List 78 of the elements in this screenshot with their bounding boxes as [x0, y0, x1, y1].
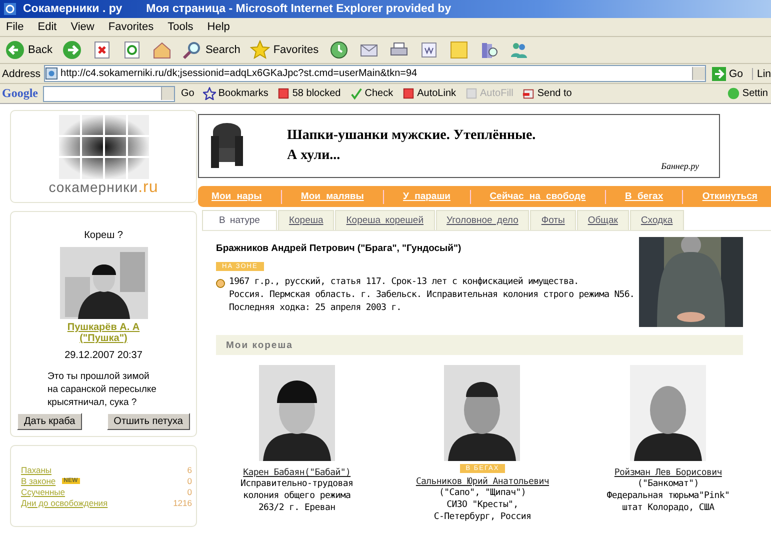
links-label[interactable]: Lin	[752, 68, 771, 80]
tab[interactable]: Уголовное дело	[436, 210, 530, 230]
friend-info-text: ("Сапо", "Щипач")	[438, 487, 526, 499]
friend-info-text: ("Банкомат")	[637, 478, 699, 490]
stat-value: 1216	[173, 498, 192, 508]
google-logo: Google	[1, 86, 39, 101]
clock-icon	[328, 40, 349, 60]
banner-text: А хули...	[287, 147, 342, 165]
friend-info-text: Исправительно-трудовая	[240, 478, 354, 490]
search-button[interactable]: Search	[179, 38, 244, 62]
section-title: Мои кореша	[226, 340, 293, 350]
browser-icon	[3, 2, 17, 16]
friend-link[interactable]: Ройзман Лев Борисович	[614, 468, 722, 478]
profile-name: Бражников Андрей Петрович ("Брага", "Гундосый")	[216, 243, 462, 254]
menu-item[interactable]: Edit	[38, 21, 57, 33]
tab[interactable]: В натуре	[202, 210, 277, 230]
action-button[interactable]: Отшить петуха	[106, 413, 190, 430]
tab[interactable]: Фоты	[530, 210, 576, 230]
friend-info-text: Федеральная тюрьма"Pink"	[606, 490, 730, 502]
friend-link[interactable]: Карен Бабаян("Бабай")	[243, 468, 351, 478]
window-title: Моя страница - Microsoft Internet Explorer provided by	[146, 3, 452, 15]
check-button[interactable]: Check	[346, 87, 396, 100]
blocked-button[interactable]: 58 blocked	[274, 87, 344, 100]
grid-logo-icon	[58, 115, 148, 179]
banner-source: Баннер.ру	[661, 161, 699, 171]
friend-info-text: С-Петербург, Россия	[434, 511, 532, 523]
star-icon	[250, 40, 270, 60]
refresh-icon	[122, 40, 142, 60]
search-icon	[182, 40, 202, 60]
question-text: Кореш ?	[84, 230, 123, 241]
menu-item[interactable]: Favorites	[108, 21, 154, 33]
stat-value: 6	[187, 464, 192, 475]
favorites-button[interactable]: Favorites	[247, 38, 322, 62]
banner-text: Шапки-ушанки мужские. Утеплённые.	[287, 127, 536, 145]
search-field[interactable]	[43, 86, 175, 102]
friend-info-text: 263/2 г. Ереван	[258, 502, 336, 514]
window-title: Сокамерники . ру	[23, 3, 122, 15]
tab[interactable]: Кореша	[278, 210, 334, 230]
menu-item[interactable]: View	[70, 21, 94, 33]
home-icon	[152, 40, 172, 60]
friend-info-text: СИЗО "Кресты",	[446, 499, 518, 511]
profile-info-text: Россия. Пермская область. г. Забельск. Исправительная колония строго режима N56.	[229, 289, 634, 302]
menu-item[interactable]: Help	[207, 21, 230, 33]
tab[interactable]: Сходка	[630, 210, 684, 230]
check-icon	[350, 87, 363, 100]
site-logo: сокамерники.ru	[48, 179, 158, 197]
arrow-icon	[712, 66, 726, 80]
friend-info-text: штат Колорадо, США	[622, 502, 714, 514]
autolink-button[interactable]: AutoLink	[399, 87, 460, 100]
stat-value: 0	[187, 486, 192, 497]
settings-button[interactable]: Settin	[724, 87, 771, 100]
friend-link[interactable]: Сальников Юрий Анатольевич	[416, 477, 550, 487]
profile-info-text: 1967 г.р., русский, статья 117. Срок-13 лет с конфискацией имущества.	[229, 276, 580, 289]
go-button[interactable]: Go	[178, 88, 198, 99]
star-icon	[203, 87, 216, 100]
document-icon	[418, 40, 439, 60]
banner-ad[interactable]: Шапки-ушанки мужские. Утеплённые. А хули... Баннер.ру	[198, 114, 720, 178]
date-text: 29.12.2007 20:37	[64, 350, 142, 361]
address-field[interactable]: http://c4.sokamerniki.ru/dk;jsessionid=adqLx6GKaJpc?st.cmd=userMain&tkn=94	[44, 65, 706, 82]
status-dot-icon	[727, 87, 740, 100]
note-icon	[448, 40, 469, 60]
menu-item[interactable]: Tools	[168, 21, 194, 33]
address-label: Address	[2, 68, 41, 80]
action-button[interactable]: Дать краба	[17, 413, 82, 430]
back-button[interactable]: Back	[2, 38, 56, 62]
stop-icon	[92, 40, 112, 60]
go-button[interactable]: Go	[708, 66, 749, 80]
menu-item[interactable]: File	[6, 21, 24, 33]
message-text: Это ты прошлой зимой на саранской пересылке крысятничал, сука ?	[48, 371, 158, 410]
tab[interactable]: Общак	[576, 210, 629, 230]
sendto-button[interactable]: Send to	[519, 87, 575, 100]
stat-value: 0	[187, 476, 192, 486]
bookmarks-button[interactable]: Bookmarks	[200, 87, 272, 100]
profile-info-text: Последняя ходка: 25 апреля 2003 г.	[229, 302, 402, 315]
tab[interactable]: Кореша корешей	[335, 210, 435, 230]
person-icon	[216, 279, 225, 288]
people-icon	[508, 40, 529, 60]
friend-info-text: колония общего режима	[243, 490, 351, 502]
